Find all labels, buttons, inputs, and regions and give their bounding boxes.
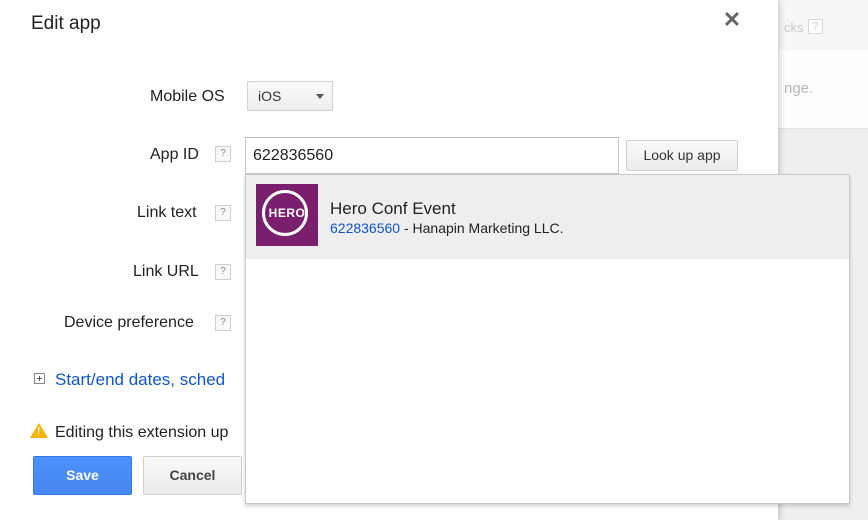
link-text-help-icon[interactable]: ? — [215, 205, 231, 221]
app-id-link[interactable]: 622836560 — [330, 220, 400, 236]
logo-text: HERO — [268, 206, 306, 220]
mobile-os-selected: iOS — [258, 88, 282, 104]
advanced-settings-label: Start/end dates, sched — [55, 370, 226, 389]
look-up-app-button[interactable]: Look up app — [626, 140, 738, 171]
device-preference-label: Device preference — [64, 314, 194, 331]
close-icon[interactable]: ✕ — [720, 8, 744, 32]
app-id-help-icon[interactable]: ? — [215, 146, 231, 162]
cancel-button[interactable]: Cancel — [143, 456, 242, 495]
advanced-settings-toggle[interactable]: Start/end dates, sched — [34, 370, 225, 390]
mobile-os-select[interactable]: iOS — [247, 81, 333, 111]
app-meta: 622836560 - Hanapin Marketing LLC. — [330, 220, 564, 236]
app-suggestion-item[interactable]: HERO Hero Conf Event 622836560 - Hanapin… — [246, 175, 849, 259]
app-logo: HERO — [256, 184, 318, 246]
app-id-label: App ID — [150, 146, 199, 163]
chevron-down-icon — [316, 94, 324, 99]
link-url-label: Link URL — [133, 263, 199, 280]
link-url-help-icon[interactable]: ? — [215, 264, 231, 280]
background-header-text: cks — [784, 20, 804, 35]
save-button[interactable]: Save — [33, 456, 132, 495]
warning-text: Editing this extension up — [55, 424, 229, 441]
warning-icon: ! — [30, 423, 48, 439]
app-name: Hero Conf Event — [330, 199, 456, 218]
edit-warning: ! Editing this extension up — [30, 423, 229, 442]
mobile-os-label: Mobile OS — [150, 88, 225, 105]
dialog-title: Edit app — [31, 13, 101, 34]
background-help-icon: ? — [808, 19, 823, 34]
background-row-text: nge. — [784, 80, 814, 97]
app-id-input[interactable] — [245, 137, 619, 174]
app-suggestions-dropdown: HERO Hero Conf Event 622836560 - Hanapin… — [245, 174, 850, 504]
link-text-label: Link text — [137, 204, 197, 221]
app-developer: - Hanapin Marketing LLC. — [400, 220, 564, 236]
expand-plus-icon — [34, 373, 45, 385]
device-preference-help-icon[interactable]: ? — [215, 315, 231, 331]
